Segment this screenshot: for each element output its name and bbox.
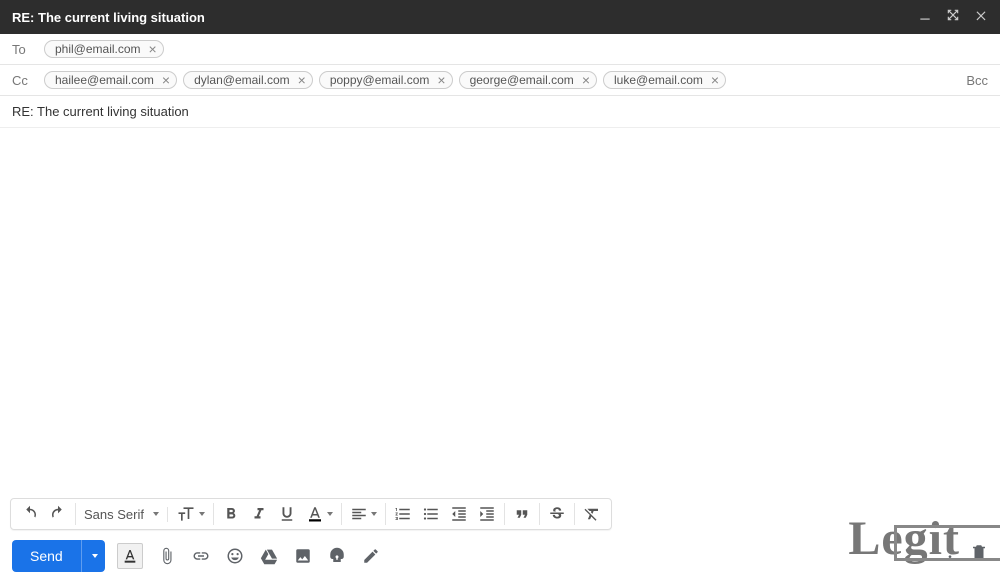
- to-row[interactable]: To phil@email.com ×: [0, 34, 1000, 65]
- caret-down-icon: [92, 554, 98, 558]
- to-label: To: [12, 42, 36, 57]
- to-chips: phil@email.com ×: [44, 40, 988, 58]
- remove-chip-icon[interactable]: ×: [709, 73, 721, 87]
- remove-chip-icon[interactable]: ×: [580, 73, 592, 87]
- recipient-chip-text: phil@email.com: [55, 42, 141, 56]
- underline-icon[interactable]: [278, 503, 296, 525]
- bcc-toggle[interactable]: Bcc: [966, 73, 988, 88]
- attach-file-icon[interactable]: [157, 546, 177, 566]
- recipient-chip[interactable]: hailee@email.com ×: [44, 71, 177, 89]
- cc-row[interactable]: Cc hailee@email.com × dylan@email.com × …: [0, 65, 1000, 96]
- remove-formatting-icon[interactable]: [583, 503, 601, 525]
- send-button-group: Send: [12, 540, 105, 572]
- insert-signature-icon[interactable]: [361, 546, 381, 566]
- bulleted-list-icon[interactable]: [422, 503, 440, 525]
- cc-chips: hailee@email.com × dylan@email.com × pop…: [44, 71, 958, 89]
- more-options-icon[interactable]: [942, 544, 958, 565]
- compose-header: RE: The current living situation: [0, 0, 1000, 34]
- align-icon[interactable]: [350, 503, 377, 525]
- recipient-chip-text: luke@email.com: [614, 73, 703, 87]
- strikethrough-icon[interactable]: [548, 503, 566, 525]
- remove-chip-icon[interactable]: ×: [160, 73, 172, 87]
- recipient-chip[interactable]: poppy@email.com ×: [319, 71, 453, 89]
- indent-increase-icon[interactable]: [478, 503, 496, 525]
- send-options-button[interactable]: [81, 540, 105, 572]
- recipient-chip[interactable]: george@email.com ×: [459, 71, 597, 89]
- recipient-chip-text: george@email.com: [470, 73, 574, 87]
- insert-photo-icon[interactable]: [293, 546, 313, 566]
- header-controls: [918, 8, 988, 27]
- send-button[interactable]: Send: [12, 540, 81, 572]
- recipient-chip-text: hailee@email.com: [55, 73, 154, 87]
- insert-link-icon[interactable]: [191, 546, 211, 566]
- remove-chip-icon[interactable]: ×: [147, 42, 159, 56]
- caret-down-icon: [371, 512, 377, 516]
- font-size-icon[interactable]: [176, 503, 205, 525]
- text-color-icon[interactable]: [306, 503, 333, 525]
- compose-body[interactable]: [0, 128, 1000, 498]
- remove-chip-icon[interactable]: ×: [435, 73, 447, 87]
- caret-down-icon: [153, 512, 159, 516]
- redo-icon[interactable]: [49, 503, 67, 525]
- confidential-mode-icon[interactable]: [327, 546, 347, 566]
- recipient-chip-text: poppy@email.com: [330, 73, 430, 87]
- font-family-label: Sans Serif: [84, 507, 144, 522]
- recipient-chip[interactable]: dylan@email.com ×: [183, 71, 313, 89]
- recipient-chip[interactable]: phil@email.com ×: [44, 40, 164, 58]
- cc-label: Cc: [12, 73, 36, 88]
- undo-icon[interactable]: [21, 503, 39, 525]
- insert-drive-icon[interactable]: [259, 546, 279, 566]
- italic-icon[interactable]: [250, 503, 268, 525]
- remove-chip-icon[interactable]: ×: [296, 73, 308, 87]
- numbered-list-icon[interactable]: [394, 503, 412, 525]
- quote-icon[interactable]: [513, 503, 531, 525]
- subject-field[interactable]: RE: The current living situation: [0, 96, 1000, 128]
- recipient-chip-text: dylan@email.com: [194, 73, 290, 87]
- bottom-bar: Send: [0, 536, 1000, 582]
- font-family-select[interactable]: Sans Serif: [84, 507, 159, 522]
- bottom-right-actions: [942, 543, 988, 566]
- compose-title: RE: The current living situation: [12, 10, 918, 25]
- format-toolbar: Sans Serif: [10, 498, 612, 530]
- indent-decrease-icon[interactable]: [450, 503, 468, 525]
- caret-down-icon: [327, 512, 333, 516]
- close-icon[interactable]: [974, 8, 988, 27]
- expand-icon[interactable]: [946, 8, 960, 27]
- discard-draft-icon[interactable]: [970, 543, 988, 566]
- subject-text: RE: The current living situation: [12, 104, 189, 119]
- minimize-icon[interactable]: [918, 8, 932, 27]
- recipient-chip[interactable]: luke@email.com ×: [603, 71, 726, 89]
- insert-emoji-icon[interactable]: [225, 546, 245, 566]
- compose-action-icons: [117, 543, 381, 569]
- formatting-toggle-icon[interactable]: [117, 543, 143, 569]
- bold-icon[interactable]: [222, 503, 240, 525]
- caret-down-icon: [199, 512, 205, 516]
